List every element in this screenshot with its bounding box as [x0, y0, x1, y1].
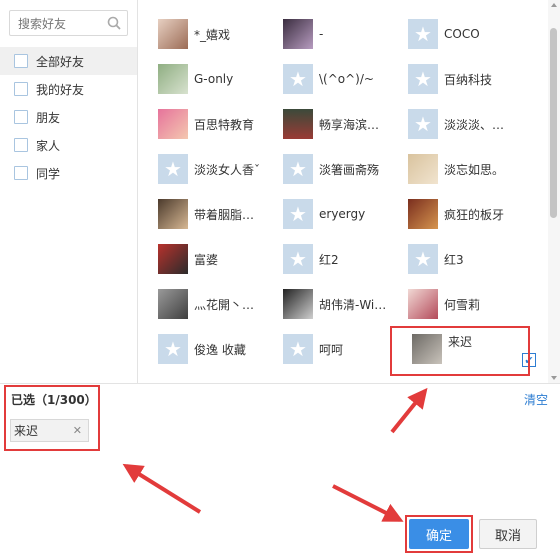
annotation-arrows — [122, 387, 428, 522]
annotation-arrow-left — [122, 463, 202, 514]
annotation-arrow-up — [390, 387, 428, 434]
annotation-arrow-down — [332, 484, 404, 522]
